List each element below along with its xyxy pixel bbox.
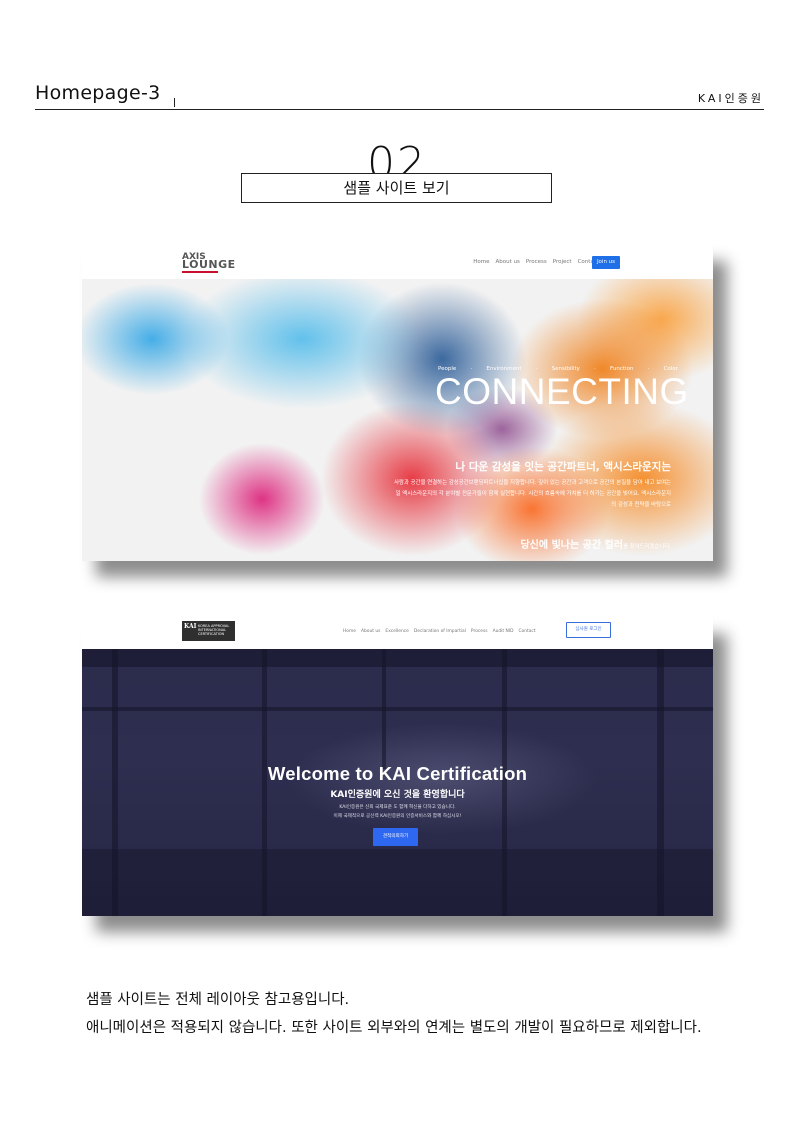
sample2-logo-mark: KAI [184,623,197,630]
caption-line-1: 샘플 사이트는 전체 레이아웃 참고용입니다. [86,992,350,1008]
window-frame-top [82,649,713,667]
sample-site-screenshot-2: KAI KOREA APPROVAL INTERNATIONAL CERTIFI… [82,618,713,916]
sample2-description-1: KAI인증원은 신뢰 국제표준 도 함께 혁신을 다하고 있습니다. [339,805,456,810]
sample1-slogan: 나 다운 감성을 잇는 공간파트너, 액시스라운지는 [455,461,671,473]
sample2-nav-contact[interactable]: Contact [518,629,535,634]
sample2-subtitle: KAI인증원에 오신 것을 환영합니다 [330,790,465,800]
sample1-closing-rest: 를 찾아드리겠습니다. [622,544,671,550]
window-frame-transom [82,707,713,711]
sample1-nav-home[interactable]: Home [473,259,489,265]
sample2-description-2: 이제 국제적으로 공신력 KAI인증원의 인증서비스와 함께 하십시오! [333,814,462,819]
sample2-nav-links: Home About us Excellence Declaration of … [343,629,536,634]
caption: 샘플 사이트는 전체 레이아웃 참고용입니다. 애니메이션은 적용되지 않습니다… [86,986,706,1042]
sample2-logo-text: KOREA APPROVAL INTERNATIONAL CERTIFICATI… [198,624,230,636]
sample-site-screenshot-1: AXIS LOUNGE Home About us Process Projec… [82,245,713,561]
sample2-hero: Welcome to KAI Certification KAI인증원에 오신 … [82,649,713,916]
sample1-join-button[interactable]: Join us [592,256,620,269]
sample2-quote-request-button[interactable]: 견적의뢰하기 [373,828,418,846]
header-tick-mark [174,98,175,107]
sample1-nav-about[interactable]: About us [496,259,520,265]
sample1-paragraph: 사람과 공간을 연결하는 감성공간브랜딩파트너십을 지향합니다. 깊이 있는 공… [394,480,671,508]
sample1-closing: 당신에 빛나는 공간 컬러를 찾아드리겠습니다. [520,536,671,551]
sample1-nav-project[interactable]: Project [553,259,572,265]
caption-line-2: 애니메이션은 적용되지 않습니다. 또한 사이트 외부와의 연계는 별도의 개발… [86,1020,702,1036]
sample2-navbar: KAI KOREA APPROVAL INTERNATIONAL CERTIFI… [82,618,713,649]
sample1-navbar: AXIS LOUNGE Home About us Process Projec… [82,245,713,279]
sample2-nav-process[interactable]: Process [471,629,488,634]
sample2-nav-audit[interactable]: Audit NID [493,629,514,634]
sample1-hero: People · Environment · Sensibility · Fun… [82,279,713,561]
sample1-logo[interactable]: AXIS LOUNGE [182,253,236,273]
header-divider [35,109,764,110]
sample2-title: Welcome to KAI Certification [267,763,528,784]
section-number: 02 [367,138,427,174]
sample1-logo-underline [182,271,218,273]
brand-name: KAI인증원 [697,92,764,105]
sample1-closing-bold: 당신에 빛나는 공간 컬러 [520,540,623,551]
sample1-nav-links: Home About us Process Project Contact [473,259,599,265]
page-title: Homepage-3 [35,82,161,104]
sample1-nav-process[interactable]: Process [526,259,547,265]
sample2-auditor-login-button[interactable]: 심사원 로그인 [566,622,611,638]
sample2-nav-home[interactable]: Home [343,629,356,634]
sample2-nav-about[interactable]: About us [361,629,380,634]
sample2-nav-declaration[interactable]: Declaration of Impartial [414,629,466,634]
sample1-headline: CONNECTING [435,371,689,412]
sample2-logo[interactable]: KAI KOREA APPROVAL INTERNATIONAL CERTIFI… [182,621,235,641]
floor-shadow [82,849,713,916]
sample1-logo-line2: LOUNGE [182,258,236,271]
section-heading: 샘플 사이트 보기 [241,173,552,203]
sample2-nav-excellence[interactable]: Excellence [385,629,408,634]
